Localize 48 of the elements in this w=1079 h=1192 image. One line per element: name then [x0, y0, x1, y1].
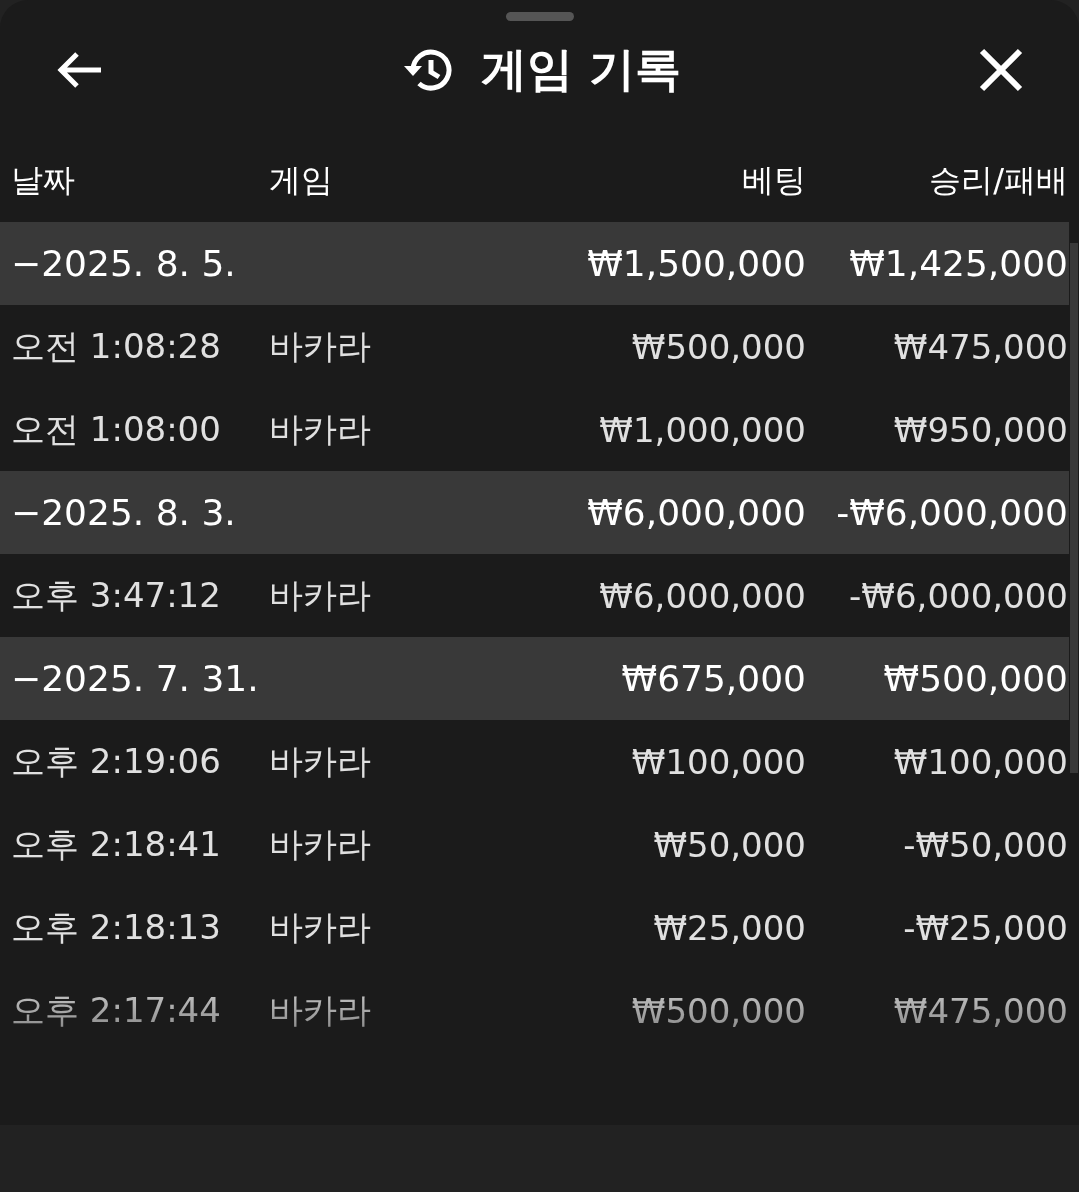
bet-cell-text: ₩6,000,000 — [598, 575, 806, 616]
column-header: 날짜 — [11, 160, 76, 201]
result-cell-text: ₩950,000 — [892, 409, 1068, 450]
bet-total: ₩6,000,000 — [586, 492, 806, 533]
scrollbar[interactable] — [1070, 243, 1078, 773]
time-cell-text: 오후 3:47:12 — [11, 573, 222, 617]
time-cell-text: 오전 1:08:28 — [11, 324, 222, 368]
bet-cell-text: ₩50,000 — [652, 824, 806, 865]
time-cell-text: 오후 2:19:06 — [11, 739, 222, 783]
date-group-row[interactable]: −2025. 8. 5. ₩1,500,000 ₩1,425,000 — [0, 222, 1069, 305]
bet-total: ₩1,500,000 — [586, 243, 806, 284]
bet-cell-text: ₩100,000 — [630, 741, 806, 782]
result-cell-text: ₩100,000 — [892, 741, 1068, 782]
result-cell-text: -₩50,000 — [902, 824, 1068, 865]
game-cell-text: 바카라 — [269, 988, 372, 1032]
game-cell-text: 바카라 — [269, 739, 372, 783]
dialog-title: 게임 기록 — [481, 41, 682, 98]
bet-cell-text: ₩25,000 — [652, 907, 806, 948]
bet-cell-text: ₩500,000 — [630, 326, 806, 367]
game-cell-text: 바카라 — [269, 407, 372, 451]
date-label: −2025. 8. 5. — [11, 243, 237, 284]
result-total: ₩500,000 — [882, 658, 1068, 699]
result-cell-text: ₩475,000 — [892, 990, 1068, 1031]
column-header: 승리/패배 — [928, 160, 1068, 201]
bet-cell-text: ₩1,000,000 — [598, 409, 806, 450]
game-cell-text: 바카라 — [269, 822, 372, 866]
column-header: 베팅 — [741, 160, 806, 201]
date-group-row[interactable]: −2025. 8. 3. ₩6,000,000 -₩6,000,000 — [0, 471, 1069, 554]
time-cell-text: 오후 2:18:13 — [11, 905, 222, 949]
close-icon[interactable] — [978, 47, 1024, 93]
result-cell-text: ₩475,000 — [892, 326, 1068, 367]
time-cell-text: 오후 2:18:41 — [11, 822, 222, 866]
drag-handle[interactable] — [505, 12, 574, 21]
bet-cell-text: ₩500,000 — [630, 990, 806, 1031]
result-cell-text: -₩6,000,000 — [848, 575, 1068, 616]
column-header: 게임 — [269, 160, 334, 201]
game-cell-text: 바카라 — [269, 324, 372, 368]
game-cell-text: 바카라 — [269, 905, 372, 949]
time-cell-text: 오후 2:17:44 — [11, 988, 222, 1032]
date-label: −2025. 8. 3. — [11, 492, 237, 533]
date-group-row[interactable]: −2025. 7. 31. ₩675,000 ₩500,000 — [0, 637, 1069, 720]
result-cell-text: -₩25,000 — [902, 907, 1068, 948]
date-label: −2025. 7. 31. — [11, 658, 260, 699]
result-total: ₩1,425,000 — [848, 243, 1068, 284]
time-cell-text: 오전 1:08:00 — [11, 407, 222, 451]
game-cell-text: 바카라 — [269, 573, 372, 617]
bet-total: ₩675,000 — [620, 658, 806, 699]
result-total: -₩6,000,000 — [835, 492, 1068, 533]
